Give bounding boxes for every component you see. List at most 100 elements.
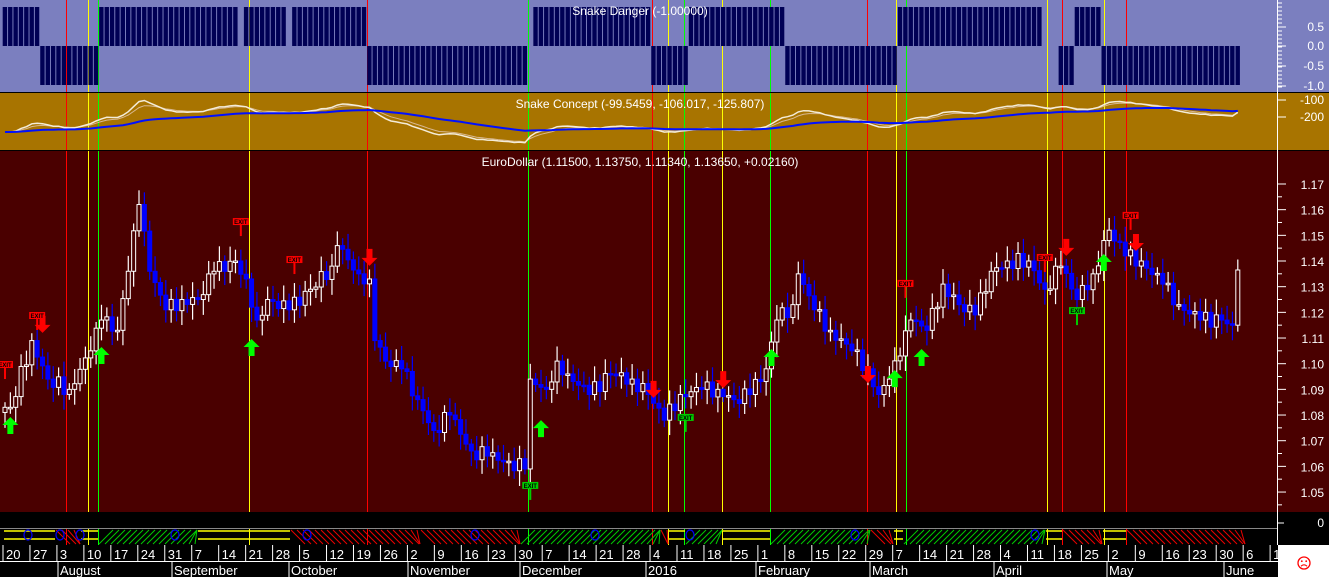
danger-bar xyxy=(83,46,88,85)
candle-up xyxy=(978,292,984,316)
candle-up xyxy=(104,316,110,321)
candle-up xyxy=(688,391,694,398)
candle-up xyxy=(227,260,233,272)
danger-bar xyxy=(501,46,506,85)
x-month-label: August xyxy=(60,563,101,577)
exit-label: EXIT xyxy=(679,416,693,422)
candle-up xyxy=(77,368,83,385)
candle-down xyxy=(849,343,855,352)
x-day-label: 18 xyxy=(1057,547,1071,562)
x-day-label: 8 xyxy=(788,547,795,562)
danger-bar xyxy=(913,7,919,46)
candle-down xyxy=(45,365,51,380)
danger-bar xyxy=(361,7,367,46)
candle-up xyxy=(693,387,699,393)
danger-bar xyxy=(120,7,126,46)
danger-bar xyxy=(410,46,415,85)
candle-up xyxy=(827,329,833,333)
x-day-label: 7 xyxy=(545,547,552,562)
candle-up xyxy=(93,327,99,352)
danger-bar xyxy=(383,46,388,85)
danger-bar xyxy=(812,46,817,85)
candle-down xyxy=(543,386,549,390)
candle-down xyxy=(806,283,812,297)
candle-up xyxy=(442,411,448,434)
x-day-label: 25 xyxy=(734,547,748,562)
price-panel xyxy=(0,151,1278,512)
danger-bar xyxy=(795,46,801,85)
candle-up xyxy=(779,307,785,321)
candle-down xyxy=(597,381,603,393)
danger-bar xyxy=(731,7,737,46)
candle-up xyxy=(82,357,88,370)
candle-up xyxy=(1128,249,1134,257)
candle-up xyxy=(618,372,624,377)
candle-down xyxy=(141,204,147,232)
danger-bar xyxy=(254,7,260,46)
danger-bar xyxy=(560,7,565,46)
candle-down xyxy=(720,388,726,398)
candle-down xyxy=(661,407,667,421)
candle-up xyxy=(291,296,297,311)
candle-up xyxy=(677,393,683,412)
x-day-label: 20 xyxy=(6,547,20,562)
danger-bar xyxy=(297,7,302,46)
danger-bar xyxy=(1005,7,1010,46)
candle-down xyxy=(249,278,255,308)
candle-up xyxy=(281,300,287,310)
candle-down xyxy=(683,393,689,398)
danger-bar xyxy=(983,7,988,46)
danger-bar xyxy=(903,7,908,46)
danger-bar xyxy=(1128,46,1133,85)
candle-up xyxy=(490,452,496,457)
danger-bar xyxy=(313,7,318,46)
x-month-label: March xyxy=(872,563,908,577)
candle-up xyxy=(88,350,94,359)
candle-down xyxy=(586,384,592,395)
candle-down xyxy=(222,261,228,272)
x-day-label: 16 xyxy=(464,547,478,562)
candle-up xyxy=(929,307,935,331)
candle-down xyxy=(613,373,619,377)
danger-bar xyxy=(774,7,779,46)
danger-bar xyxy=(946,7,951,46)
danger-bar xyxy=(554,7,560,46)
danger-bar xyxy=(522,46,528,85)
danger-bar xyxy=(1155,46,1160,85)
candle-down xyxy=(420,399,426,412)
danger-bar xyxy=(1015,7,1021,46)
danger-bar xyxy=(924,7,930,46)
candle-up xyxy=(302,290,308,306)
danger-bar xyxy=(50,46,56,85)
candle-up xyxy=(329,265,335,280)
candle-down xyxy=(844,338,850,345)
danger-bar xyxy=(763,7,769,46)
danger-bar xyxy=(415,46,420,85)
candle-up xyxy=(1079,284,1085,301)
danger-bar xyxy=(404,46,410,85)
candle-down xyxy=(377,340,383,348)
candle-up xyxy=(1015,252,1021,270)
candle-down xyxy=(184,299,190,305)
candle-down xyxy=(1085,284,1091,291)
danger-bar xyxy=(485,46,490,85)
danger-bar xyxy=(929,7,935,46)
x-day-label: 2 xyxy=(410,547,417,562)
exit-label: EXIT xyxy=(234,220,248,226)
x-day-label: 6 xyxy=(1246,547,1253,562)
candle-up xyxy=(308,288,314,292)
danger-bar xyxy=(1021,7,1026,46)
candle-down xyxy=(243,273,249,280)
danger-bar xyxy=(779,7,785,46)
x-day-label: 28 xyxy=(276,547,290,562)
danger-bar xyxy=(174,7,179,46)
candle-down xyxy=(297,296,303,306)
danger-bar xyxy=(61,46,67,85)
danger-bar xyxy=(420,46,426,85)
candle-down xyxy=(1187,309,1193,315)
danger-bar xyxy=(276,7,281,46)
exit-label: EXIT xyxy=(1070,309,1084,315)
danger-bar xyxy=(1203,46,1208,85)
candle-up xyxy=(640,383,646,393)
danger-bar xyxy=(844,46,849,85)
